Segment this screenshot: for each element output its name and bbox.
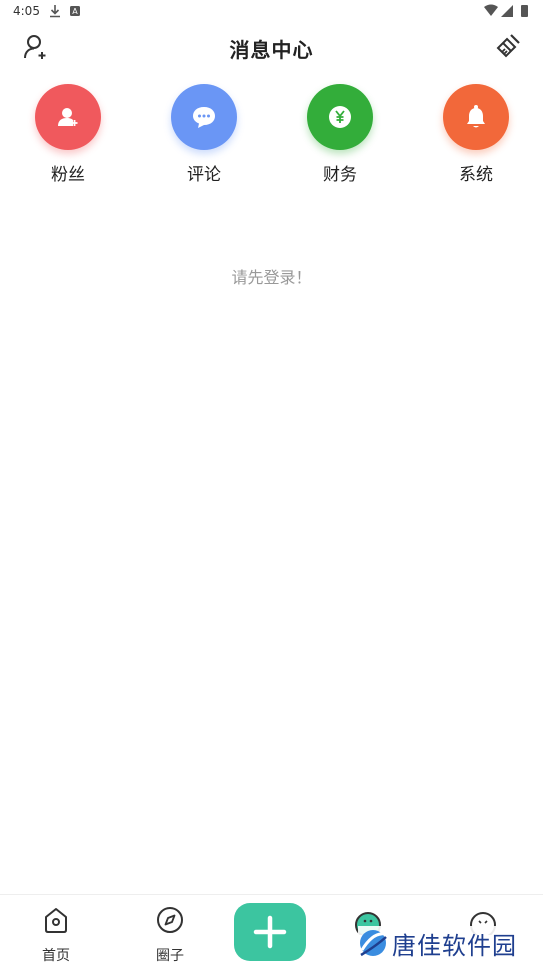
header: 消息中心 (0, 24, 543, 70)
compass-icon (157, 907, 183, 933)
watermark: 唐佳软件园 (358, 926, 538, 960)
notification-a-icon: A (70, 6, 80, 16)
category-comments[interactable]: 评论 (154, 84, 254, 185)
category-label: 系统 (459, 165, 493, 185)
signal-icon (501, 5, 513, 17)
fans-icon (58, 108, 78, 126)
watermark-text: 唐佳软件园 (392, 931, 517, 960)
download-icon (50, 5, 60, 18)
category-label: 粉丝 (51, 165, 85, 185)
fans-icon-circle (35, 84, 101, 150)
login-prompt: 请先登录！ (231, 268, 312, 287)
broom-clean-icon[interactable] (494, 32, 522, 60)
bell-icon (467, 105, 485, 128)
category-label: 评论 (187, 165, 221, 185)
nav-label: 首页 (42, 948, 70, 964)
add-post-button[interactable] (234, 903, 306, 961)
home-icon (45, 908, 67, 933)
watermark-logo (360, 930, 387, 957)
wifi-icon (484, 4, 498, 16)
category-label: 财务 (323, 165, 357, 185)
comment-icon (193, 107, 215, 128)
nav-home[interactable]: 首页 (21, 905, 91, 965)
nav-circle[interactable]: 圈子 (135, 905, 205, 965)
nav-label: 圈子 (156, 948, 184, 964)
comment-icon-circle (171, 84, 237, 150)
status-icons (484, 4, 528, 17)
category-row: 粉丝 评论 财务 系统 (0, 84, 543, 194)
status-bar: 4:05 A (0, 0, 543, 24)
message-center-screen: 4:05 A 消息中心 粉丝 评论 财务 系统 请先登录！ 首页 圈子 唐佳软件… (0, 0, 543, 967)
category-system[interactable]: 系统 (426, 84, 526, 185)
battery-icon (521, 5, 528, 17)
bell-icon-circle (443, 84, 509, 150)
page-title: 消息中心 (229, 38, 314, 62)
bottom-nav: 首页 圈子 唐佳软件园 (0, 894, 543, 967)
status-time: 4:05 (13, 4, 40, 18)
plus-icon (253, 915, 287, 949)
category-fans[interactable]: 粉丝 (18, 84, 118, 185)
svg-text:A: A (72, 7, 78, 16)
finance-icon (329, 106, 351, 128)
category-finance[interactable]: 财务 (290, 84, 390, 185)
finance-icon-circle (307, 84, 373, 150)
